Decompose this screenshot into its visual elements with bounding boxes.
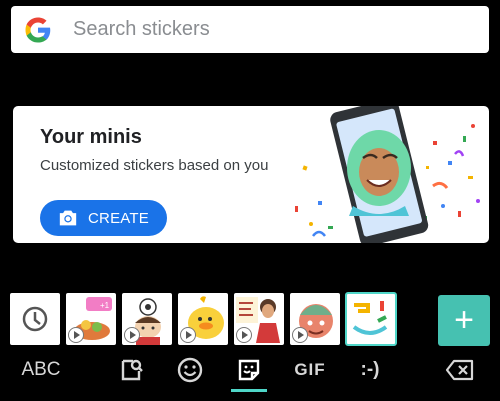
promo-title: Your minis [40,126,142,148]
minis-promo-card: Your minis Customized stickers based on … [13,106,489,243]
tab-emoji[interactable] [170,350,210,390]
sticker-pack-lettering-tab[interactable] [234,293,284,345]
promo-subtitle: Customized stickers based on you [40,157,269,174]
animated-badge-icon [68,327,84,343]
google-g-icon [25,17,51,42]
camera-icon [59,210,77,226]
recent-icon [22,306,48,332]
tab-gif[interactable]: GIF [290,350,330,390]
sticker-pack-yellow-bird-tab[interactable] [178,293,228,345]
tab-emoticons[interactable]: :-) [350,350,390,390]
backspace-button[interactable] [440,350,480,390]
keyboard-mode-bar: ABC GIF :-) [0,350,500,401]
sticker-pack-soccer-kid-tab[interactable] [122,293,172,345]
backspace-icon [445,359,474,381]
plus-icon: + [454,301,474,339]
create-button[interactable]: CREATE [40,200,167,236]
sticker-pack-minis-tab[interactable] [345,292,397,346]
minis-phone-illustration [295,106,480,243]
sticker-pack-round-face-tab[interactable] [290,293,340,345]
animated-badge-icon [124,327,140,343]
svg-text:+1: +1 [100,301,110,310]
active-tab-indicator [231,389,267,392]
tab-bitmoji[interactable] [111,350,151,390]
search-input[interactable]: Search stickers [73,18,210,41]
sticker-pack-tabs: +1 [10,292,490,347]
create-button-label: CREATE [88,209,149,227]
sticker-search-bar[interactable]: Search stickers [11,6,489,53]
tab-stickers[interactable] [229,350,269,390]
animated-badge-icon [292,327,308,343]
add-sticker-pack-button[interactable]: + [438,295,490,346]
bitmoji-icon [121,359,143,381]
abc-keyboard-tab[interactable]: ABC [18,350,64,390]
sticker-pack-food-tab[interactable]: +1 [66,293,116,345]
minis-logo-icon [352,301,388,335]
recent-stickers-tab[interactable] [10,293,60,345]
sticker-icon [238,359,260,381]
animated-badge-icon [236,327,252,343]
emoji-icon [177,357,203,383]
animated-badge-icon [180,327,196,343]
